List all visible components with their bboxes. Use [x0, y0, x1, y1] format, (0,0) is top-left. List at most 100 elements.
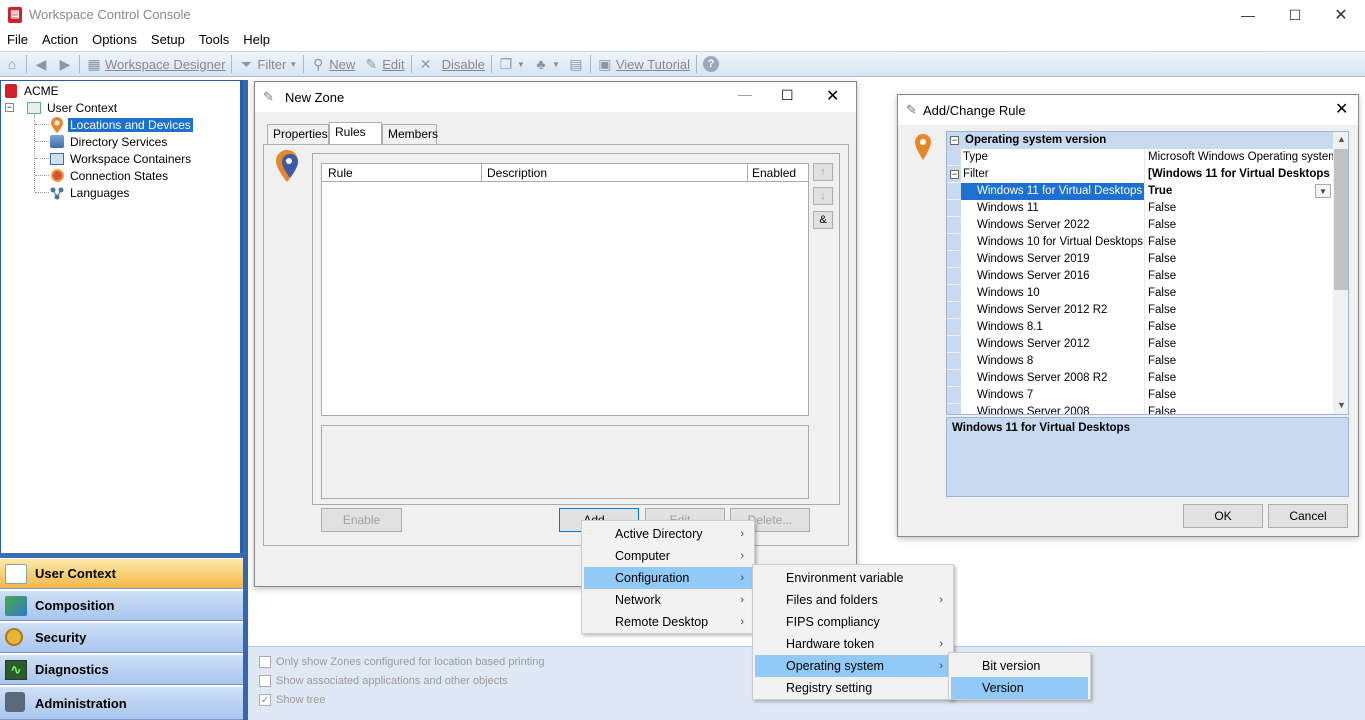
chevron-up-icon[interactable]: ▲ [1337, 134, 1346, 144]
help-button[interactable]: ? [699, 53, 723, 75]
edit-button[interactable]: ✎ Edit [359, 53, 408, 75]
copy-button[interactable]: ❐ ▼ [494, 53, 529, 75]
new-button[interactable]: ⚲ New [306, 53, 359, 75]
maximize-button[interactable]: ☐ [781, 87, 794, 104]
os-version-row[interactable]: Windows 7 False [947, 387, 1333, 404]
collapse-icon[interactable]: − [950, 136, 959, 145]
menu-item-active-directory[interactable]: Active Directory › [584, 523, 752, 545]
tab-members[interactable]: Members [382, 124, 438, 144]
menu-item-hardware-token[interactable]: Hardware token › [755, 633, 951, 655]
ok-button[interactable]: OK [1183, 504, 1263, 528]
nav-diagnostics[interactable]: ∿ Diagnostics [0, 654, 243, 685]
os-version-row[interactable]: Windows 10 False [947, 285, 1333, 302]
menu-item-operating-system[interactable]: Operating system › [755, 655, 951, 677]
menu-item-computer[interactable]: Computer › [584, 545, 752, 567]
tab-properties[interactable]: Properties [267, 124, 329, 144]
menu-item-environment-variable[interactable]: Environment variable [755, 567, 951, 589]
enable-button[interactable]: Enable [321, 508, 402, 532]
close-button[interactable]: ✕ [826, 86, 839, 106]
category-header[interactable]: − Operating system version [947, 132, 1333, 149]
os-version-row[interactable]: Windows 10 for Virtual Desktops False [947, 234, 1333, 251]
column-rule[interactable]: Rule [322, 164, 482, 181]
os-version-row[interactable]: Windows Server 2019 False [947, 251, 1333, 268]
os-version-row[interactable]: Windows 11 for Virtual Desktops True ▼ [947, 183, 1333, 200]
checkbox-box[interactable] [259, 675, 271, 687]
menu-item-registry-setting[interactable]: Registry setting [755, 677, 951, 699]
print-button[interactable]: ▤ [564, 53, 588, 75]
maximize-button[interactable]: ☐ [1272, 0, 1318, 30]
menu-item-fips-compliancy[interactable]: FIPS compliancy [755, 611, 951, 633]
minimize-button[interactable]: — [738, 86, 752, 102]
tree-item-root[interactable]: ACME [3, 82, 61, 99]
property-row-type[interactable]: Type Microsoft Windows Operating system [947, 149, 1333, 166]
filter-button[interactable]: ⏷ Filter ▼ [234, 53, 301, 75]
os-version-row[interactable]: Windows 11 False [947, 200, 1333, 217]
user-context-icon [26, 100, 42, 116]
tree-item-user-context[interactable]: − User Context [5, 99, 119, 116]
location-pin-icon [914, 133, 932, 161]
collapse-icon[interactable]: − [950, 170, 959, 179]
chevron-down-icon[interactable]: ▼ [1337, 400, 1346, 410]
diagnostics-icon: ∿ [5, 660, 29, 682]
menu-item-network[interactable]: Network › [584, 589, 752, 611]
close-button[interactable]: ✕ [1318, 0, 1364, 30]
menu-options[interactable]: Options [85, 30, 144, 50]
workspace-designer-button[interactable]: ▦ Workspace Designer [82, 53, 229, 75]
show-tree-checkbox[interactable]: ✓ Show tree [259, 694, 326, 706]
checkbox-box[interactable]: ✓ [259, 694, 271, 706]
column-description[interactable]: Description [482, 164, 748, 181]
menu-action[interactable]: Action [35, 30, 85, 50]
menu-item-configuration[interactable]: Configuration › [584, 567, 752, 589]
move-down-button[interactable]: ↓ [813, 187, 833, 205]
menu-tools[interactable]: Tools [192, 30, 236, 50]
chevron-down-icon[interactable]: ▼ [1315, 184, 1331, 198]
property-grid[interactable]: − Operating system version Type Microsof… [946, 131, 1349, 415]
scrollbar-thumb[interactable] [1334, 149, 1348, 290]
menu-item-bit-version[interactable]: Bit version [951, 655, 1088, 677]
os-version-row[interactable]: Windows Server 2022 False [947, 217, 1333, 234]
column-enabled[interactable]: Enabled [748, 164, 808, 181]
os-version-row[interactable]: Windows Server 2008 False [947, 404, 1333, 414]
os-version-row[interactable]: Windows 8.1 False [947, 319, 1333, 336]
menu-setup[interactable]: Setup [144, 30, 192, 50]
menu-item-files-and-folders[interactable]: Files and folders › [755, 589, 951, 611]
tree-item-directory-services[interactable]: Directory Services [35, 133, 169, 150]
os-version-row[interactable]: Windows Server 2012 False [947, 336, 1333, 353]
nav-administration[interactable]: Administration [0, 686, 243, 720]
menu-file[interactable]: File [0, 30, 35, 50]
collapse-icon[interactable]: − [5, 103, 14, 112]
disable-button[interactable]: Disable [438, 53, 489, 75]
nav-composition[interactable]: Composition [0, 590, 243, 621]
show-associated-checkbox[interactable]: Show associated applications and other o… [259, 675, 508, 687]
only-printing-zones-checkbox[interactable]: Only show Zones configured for location … [259, 656, 544, 668]
move-up-button[interactable]: ↑ [813, 163, 833, 181]
menu-item-remote-desktop[interactable]: Remote Desktop › [584, 611, 752, 633]
menu-item-version[interactable]: Version [951, 677, 1088, 699]
nav-security[interactable]: Security [0, 622, 243, 653]
view-tutorial-button[interactable]: ▣ View Tutorial [593, 53, 694, 75]
home-button[interactable]: ⌂ [0, 53, 24, 75]
tree-item-connection-states[interactable]: Connection States [35, 167, 170, 184]
rules-table[interactable]: Rule Description Enabled [321, 163, 809, 416]
cancel-button[interactable]: Cancel [1268, 504, 1348, 528]
tree-item-languages[interactable]: Languages [35, 184, 131, 201]
os-version-row[interactable]: Windows Server 2016 False [947, 268, 1333, 285]
checkbox-box[interactable] [259, 656, 271, 668]
hierarchy-button[interactable]: ♣ ▼ [529, 53, 564, 75]
tab-rules[interactable]: Rules [329, 122, 382, 144]
forward-button[interactable]: ▶ [53, 53, 77, 75]
nav-user-context[interactable]: User Context [0, 558, 243, 589]
property-row-filter[interactable]: Filter − [Windows 11 for Virtual Desktop… [947, 166, 1333, 183]
os-version-row[interactable]: Windows Server 2012 R2 False [947, 302, 1333, 319]
close-button[interactable]: ✕ [1335, 99, 1348, 119]
tree-item-workspace-containers[interactable]: Workspace Containers [35, 150, 193, 167]
os-version-row[interactable]: Windows 8 False [947, 353, 1333, 370]
back-button[interactable]: ◀ [29, 53, 53, 75]
os-version-row[interactable]: Windows Server 2008 R2 False [947, 370, 1333, 387]
menu-help[interactable]: Help [236, 30, 277, 50]
minimize-button[interactable]: — [1225, 0, 1271, 30]
tree-item-locations-and-devices[interactable]: Locations and Devices [35, 116, 193, 133]
and-button[interactable]: & [813, 211, 833, 229]
scrollbar[interactable]: ▲ ▼ [1333, 132, 1348, 414]
delete-button[interactable]: ✕ [414, 53, 438, 75]
